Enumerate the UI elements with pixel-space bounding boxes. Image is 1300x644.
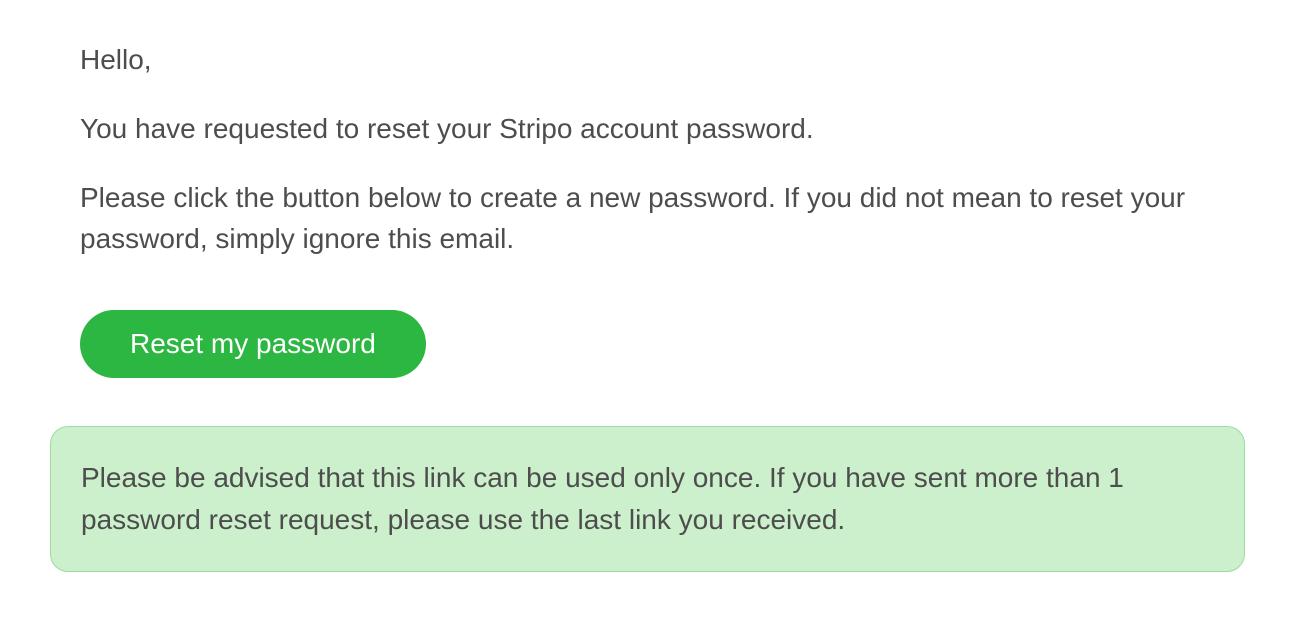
reset-password-button[interactable]: Reset my password xyxy=(80,310,426,378)
notice-box: Please be advised that this link can be … xyxy=(50,426,1245,572)
notice-text: Please be advised that this link can be … xyxy=(81,462,1124,535)
instructions-text: Please click the button below to create … xyxy=(80,178,1245,259)
intro-text: You have requested to reset your Stripo … xyxy=(80,109,1245,148)
greeting-text: Hello, xyxy=(80,40,1245,79)
